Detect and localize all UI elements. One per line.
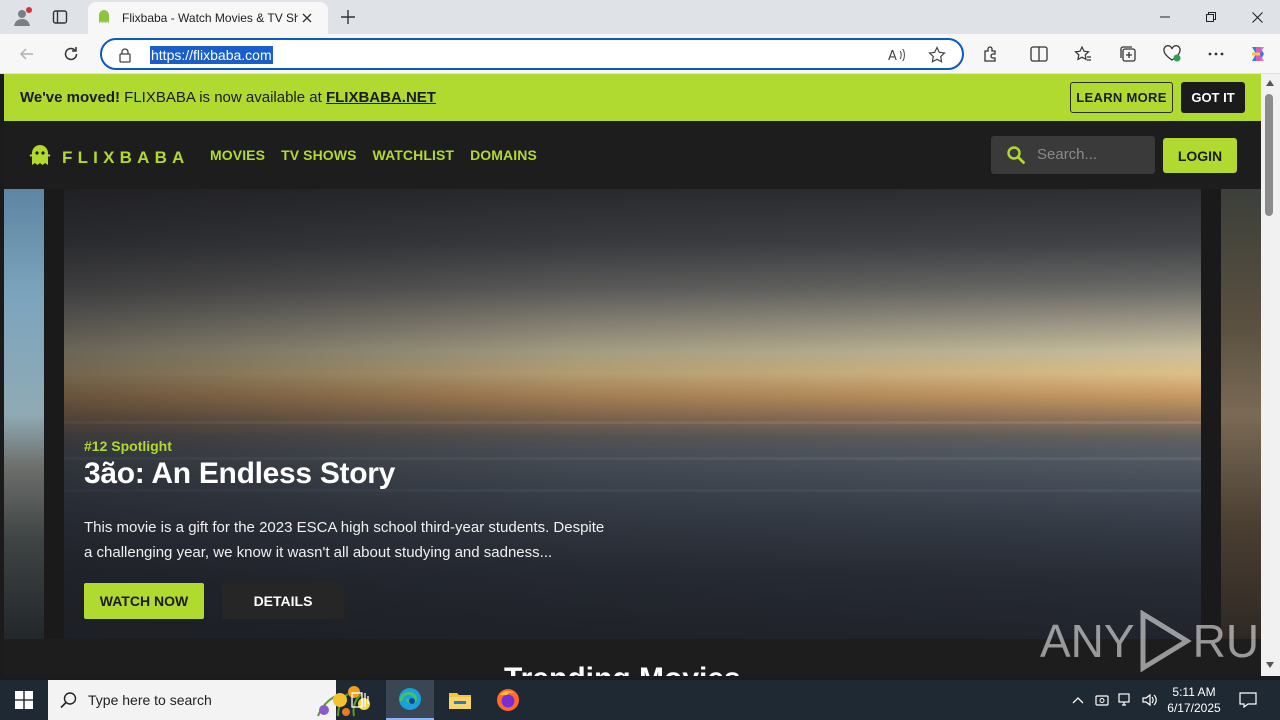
url-text[interactable]: https://flixbaba.com	[150, 46, 273, 64]
windows-start-icon[interactable]	[0, 680, 48, 720]
site-logo[interactable]: FLIXBABA	[28, 143, 190, 172]
hero-title: 3ão: An Endless Story	[84, 457, 396, 490]
got-it-button[interactable]: GOT IT	[1181, 82, 1245, 113]
scrollbar-thumb[interactable]	[1265, 94, 1273, 216]
moved-notice-bar: We've moved! FLIXBABA is now available a…	[4, 74, 1261, 121]
details-button[interactable]: DETAILS	[222, 583, 344, 619]
firefox-icon[interactable]	[484, 680, 532, 720]
restore-icon[interactable]	[1188, 0, 1234, 34]
next-slide-peek[interactable]	[1221, 189, 1261, 639]
browser-tab-bar: Flixbaba - Watch Movies & TV Sh	[0, 0, 1280, 34]
notification-dot	[26, 7, 32, 13]
tab-title: Flixbaba - Watch Movies & TV Sh	[122, 11, 298, 25]
notification-center-icon[interactable]	[1236, 688, 1260, 712]
web-page: We've moved! FLIXBABA is now available a…	[4, 74, 1261, 676]
taskbar-clock[interactable]: 5:11 AM 6/17/2025	[1166, 684, 1222, 716]
copilot-icon[interactable]	[1246, 43, 1270, 65]
slide-gap-left	[44, 189, 64, 639]
spotlight-rank: #12 Spotlight	[84, 438, 172, 454]
new-tab-icon[interactable]	[336, 6, 360, 28]
previous-slide-peek[interactable]	[4, 189, 44, 639]
site-header: FLIXBABA MOVIES TV SHOWS WATCHLIST DOMAI…	[4, 121, 1261, 189]
svg-text:A: A	[888, 49, 897, 63]
login-button[interactable]: LOGIN	[1163, 138, 1237, 173]
scroll-down-icon[interactable]	[1265, 660, 1275, 670]
windows-taskbar: Type here to search 5:11 AM 6/17/2025	[0, 680, 1280, 720]
favorites-icon[interactable]	[1071, 43, 1095, 65]
browser-essentials-icon[interactable]	[1160, 43, 1184, 65]
nav-watchlist[interactable]: WATCHLIST	[373, 147, 455, 163]
extensions-icon[interactable]	[979, 43, 1003, 65]
search-input[interactable]	[1037, 146, 1147, 163]
notice-domain-link[interactable]: FLIXBABA.NET	[326, 89, 436, 106]
task-view-icon[interactable]	[336, 680, 384, 720]
clock-time: 5:11 AM	[1172, 685, 1216, 699]
notice-text: FLIXBABA is now available at	[120, 89, 326, 106]
scroll-up-icon[interactable]	[1265, 78, 1275, 88]
more-options-icon[interactable]	[1204, 43, 1228, 65]
collections-icon[interactable]	[1116, 43, 1140, 65]
show-hidden-icons-icon[interactable]	[1068, 690, 1088, 710]
anyrun-watermark: ANY RUN	[1040, 610, 1261, 672]
close-window-icon[interactable]	[1234, 0, 1280, 34]
learn-more-button[interactable]: LEARN MORE	[1070, 82, 1173, 113]
notice-message: We've moved! FLIXBABA is now available a…	[20, 89, 436, 106]
main-nav: MOVIES TV SHOWS WATCHLIST DOMAINS	[210, 147, 553, 163]
logo-text: FLIXBABA	[62, 147, 190, 167]
site-favicon-icon	[96, 8, 112, 29]
back-icon[interactable]	[14, 42, 40, 66]
hero-spotlight-image	[64, 189, 1201, 639]
slide-gap-right	[1201, 189, 1221, 639]
browser-toolbar: https://flixbaba.com A	[0, 34, 1280, 74]
network-icon[interactable]	[1116, 690, 1136, 710]
favorite-star-icon[interactable]	[926, 45, 948, 65]
ghost-logo-icon	[28, 143, 52, 172]
watermark-play-icon	[1140, 610, 1192, 672]
watermark-text-left: ANY	[1040, 615, 1135, 667]
section-heading: Trending Movies	[504, 662, 741, 676]
refresh-icon[interactable]	[58, 42, 84, 66]
taskbar-search-placeholder: Type here to search	[88, 692, 212, 708]
site-search	[991, 136, 1155, 174]
notice-lead: We've moved!	[20, 89, 120, 106]
address-bar[interactable]: https://flixbaba.com A	[100, 38, 964, 70]
nav-movies[interactable]: MOVIES	[210, 147, 265, 163]
nav-domains[interactable]: DOMAINS	[470, 147, 537, 163]
close-tab-icon[interactable]	[298, 9, 316, 27]
volume-icon[interactable]	[1140, 690, 1160, 710]
tab-actions-icon[interactable]	[46, 6, 74, 28]
taskbar-search-icon	[60, 691, 78, 714]
search-icon[interactable]	[1007, 146, 1025, 169]
taskbar-search[interactable]: Type here to search	[48, 680, 370, 720]
read-aloud-icon[interactable]: A	[886, 45, 908, 65]
meet-now-icon[interactable]	[1092, 690, 1112, 710]
split-screen-icon[interactable]	[1027, 43, 1051, 65]
clock-date: 6/17/2025	[1167, 701, 1221, 715]
nav-tv-shows[interactable]: TV SHOWS	[281, 147, 356, 163]
file-explorer-icon[interactable]	[436, 680, 484, 720]
watch-now-button[interactable]: WATCH NOW	[84, 583, 204, 619]
browser-tab-active[interactable]: Flixbaba - Watch Movies & TV Sh	[88, 2, 328, 34]
page-scrollbar[interactable]	[1261, 74, 1280, 676]
minimize-icon[interactable]	[1142, 0, 1188, 34]
hero-description: This movie is a gift for the 2023 ESCA h…	[84, 519, 605, 561]
watermark-text-right: RUN	[1192, 615, 1261, 667]
edge-browser-icon[interactable]	[386, 680, 434, 720]
lock-icon[interactable]	[118, 47, 132, 68]
profile-icon[interactable]	[8, 4, 36, 30]
